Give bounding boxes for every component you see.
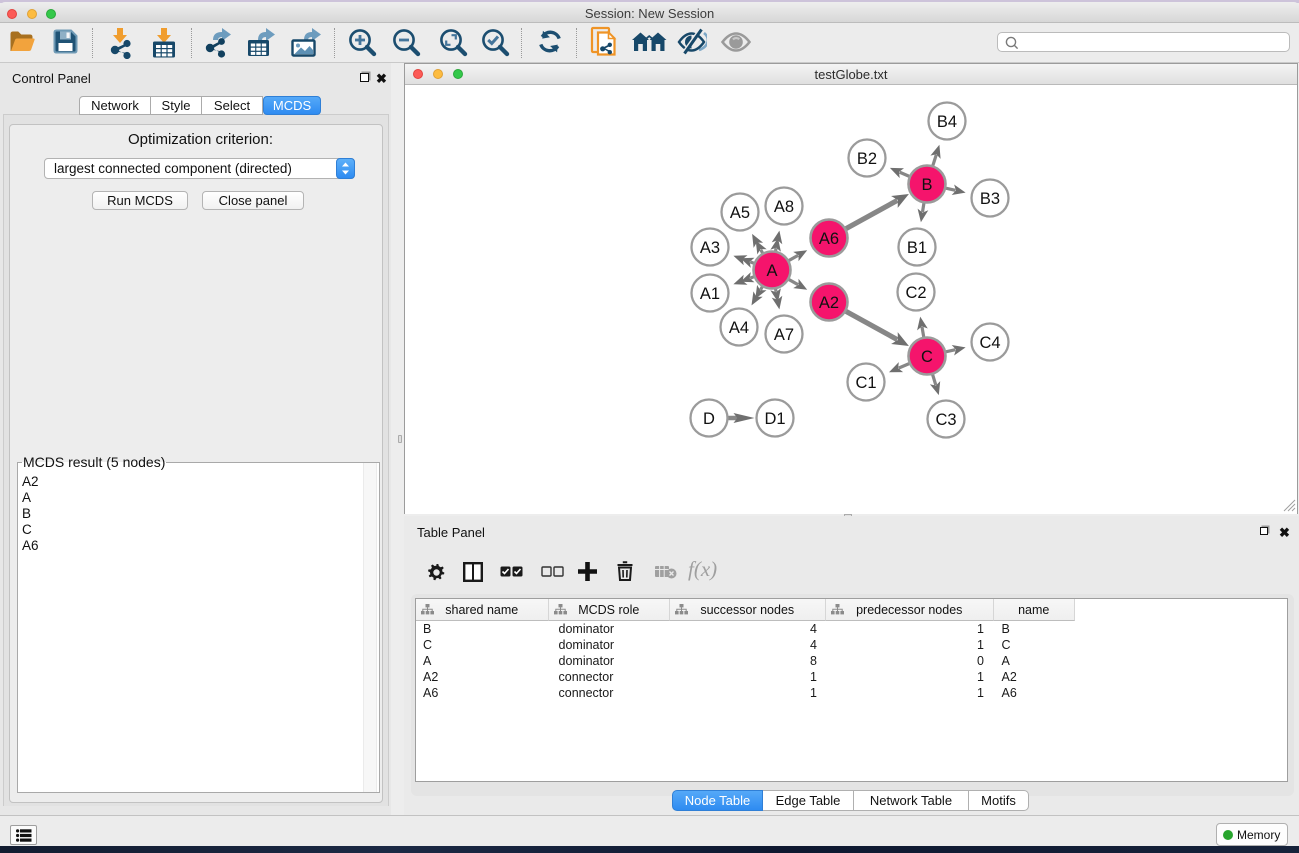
svg-text:C3: C3: [935, 411, 956, 429]
svg-text:A6: A6: [819, 230, 839, 248]
svg-text:A2: A2: [819, 294, 839, 312]
svg-text:B2: B2: [857, 150, 877, 168]
svg-text:B3: B3: [980, 190, 1000, 208]
svg-text:C: C: [921, 348, 933, 366]
svg-text:A3: A3: [700, 239, 720, 257]
svg-text:B4: B4: [937, 113, 957, 131]
svg-text:B1: B1: [907, 239, 927, 257]
svg-text:A4: A4: [729, 319, 749, 337]
svg-text:A1: A1: [700, 285, 720, 303]
svg-text:C4: C4: [979, 334, 1000, 352]
svg-text:B: B: [921, 176, 932, 194]
svg-text:A7: A7: [774, 326, 794, 344]
svg-text:A5: A5: [730, 204, 750, 222]
svg-text:C2: C2: [905, 284, 926, 302]
svg-text:A8: A8: [774, 198, 794, 216]
svg-text:D1: D1: [764, 410, 785, 428]
svg-text:C1: C1: [855, 374, 876, 392]
svg-text:D: D: [703, 410, 715, 428]
svg-text:A: A: [766, 262, 777, 280]
